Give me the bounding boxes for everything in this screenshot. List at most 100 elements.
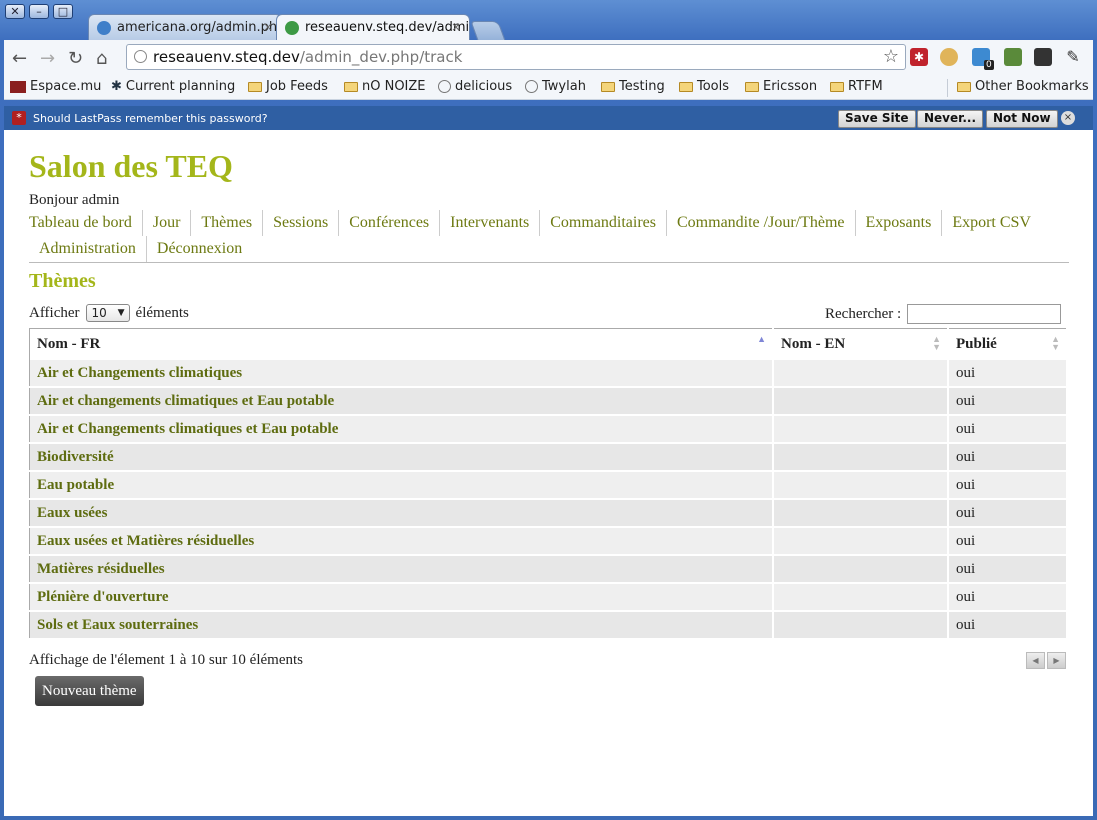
tab-title: reseauenv.steq.dev/admin	[305, 20, 470, 35]
evernote-icon[interactable]	[1004, 48, 1022, 66]
browser-window: ✕ – □ americana.org/admin.php/ × reseaue…	[0, 0, 1097, 820]
nav-deconnexion[interactable]: Déconnexion	[147, 236, 252, 262]
nav-commanditaires[interactable]: Commanditaires	[540, 210, 667, 236]
cell-publie: oui	[948, 443, 1068, 472]
bookmark-star-icon[interactable]: ☆	[883, 45, 899, 69]
never-button[interactable]: Never...	[917, 110, 984, 128]
bookmark-item[interactable]: ✱ Current planning	[111, 79, 235, 94]
cell-nom-fr[interactable]: Matières résiduelles	[29, 555, 774, 584]
table-row[interactable]: Air et changements climatiques et Eau po…	[29, 387, 1068, 416]
bookmark-label: Tools	[697, 79, 730, 94]
column-header-nom-fr[interactable]: Nom - FR ▲	[29, 328, 774, 360]
site-favicon-icon	[97, 21, 111, 35]
tab-strip: americana.org/admin.php/ × reseauenv.ste…	[88, 14, 506, 41]
bookmark-folder[interactable]: nO NOIZE	[344, 79, 426, 94]
bookmark-folder[interactable]: Testing	[601, 79, 665, 94]
forward-button[interactable]: →	[40, 48, 55, 69]
prev-page-button[interactable]: ◀	[1026, 652, 1045, 669]
nav-export-csv[interactable]: Export CSV	[942, 210, 1041, 236]
column-label: Nom - FR	[37, 336, 101, 352]
table-row[interactable]: Matières résiduelles oui	[29, 555, 1068, 584]
nav-exposants[interactable]: Exposants	[856, 210, 943, 236]
tab-close-icon[interactable]: ×	[263, 20, 273, 34]
bookmark-folder[interactable]: Job Feeds	[248, 79, 328, 94]
not-now-button[interactable]: Not Now	[986, 110, 1058, 128]
nav-administration[interactable]: Administration	[29, 236, 147, 262]
nav-intervenants[interactable]: Intervenants	[440, 210, 541, 236]
folder-icon	[830, 81, 844, 92]
sort-asc-icon: ▲	[757, 334, 766, 344]
extension-badge: 0	[984, 60, 994, 70]
cell-nom-en	[773, 471, 949, 500]
window-maximize-button[interactable]: □	[53, 4, 73, 19]
nav-sessions[interactable]: Sessions	[263, 210, 340, 236]
sort-icon: ▲ ▼	[1051, 334, 1060, 352]
infobar-close-icon[interactable]: ×	[1061, 111, 1075, 125]
lastpass-infobar: * Should LastPass remember this password…	[4, 106, 1093, 130]
bookmark-folder[interactable]: RTFM	[830, 79, 883, 94]
nav-conferences[interactable]: Conférences	[339, 210, 441, 236]
bookmark-item[interactable]: Espace.mu	[10, 79, 101, 94]
nav-themes[interactable]: Thèmes	[191, 210, 264, 236]
leaf-favicon-icon	[285, 21, 299, 35]
folder-icon	[745, 81, 759, 92]
search-input[interactable]	[907, 304, 1062, 324]
column-header-publie[interactable]: Publié ▲ ▼	[948, 328, 1068, 360]
cell-nom-fr[interactable]: Eaux usées et Matières résiduelles	[29, 527, 774, 556]
bookmark-label: RTFM	[848, 79, 883, 94]
bookmark-item[interactable]: delicious	[438, 79, 512, 94]
home-button[interactable]: ⌂	[96, 48, 107, 69]
column-header-nom-en[interactable]: Nom - EN ▲ ▼	[773, 328, 949, 360]
table-row[interactable]: Sols et Eaux souterraines oui	[29, 611, 1068, 640]
table-row[interactable]: Eaux usées et Matières résiduelles oui	[29, 527, 1068, 556]
bookmark-folder[interactable]: Ericsson	[745, 79, 817, 94]
cookie-icon[interactable]	[940, 48, 958, 66]
cell-nom-fr[interactable]: Air et changements climatiques et Eau po…	[29, 387, 774, 416]
nav-tableau-de-bord[interactable]: Tableau de bord	[29, 210, 143, 236]
reload-button[interactable]: ↻	[68, 48, 83, 69]
next-page-button[interactable]: ▶	[1047, 652, 1066, 669]
table-row[interactable]: Eau potable oui	[29, 471, 1068, 500]
bookmarks-separator	[947, 79, 948, 97]
new-tab-button[interactable]	[470, 21, 506, 41]
save-site-button[interactable]: Save Site	[838, 110, 916, 128]
bookmark-label: Testing	[619, 79, 665, 94]
table-row[interactable]: Eaux usées oui	[29, 499, 1068, 528]
new-theme-button[interactable]: Nouveau thème	[35, 676, 144, 706]
table-row[interactable]: Air et Changements climatiques et Eau po…	[29, 415, 1068, 444]
bookmark-label: Current planning	[125, 79, 236, 94]
nav-jour[interactable]: Jour	[143, 210, 192, 236]
cell-nom-fr[interactable]: Air et Changements climatiques et Eau po…	[29, 415, 774, 444]
table-row[interactable]: Biodiversité oui	[29, 443, 1068, 472]
cell-nom-fr[interactable]: Eaux usées	[29, 499, 774, 528]
back-button[interactable]: ←	[12, 48, 27, 69]
bookmark-item[interactable]: Twylah	[525, 79, 586, 94]
table-row[interactable]: Plénière d'ouverture oui	[29, 583, 1068, 612]
page-length-select[interactable]: 10 ▼	[85, 304, 130, 322]
tab-close-icon[interactable]: ×	[451, 20, 461, 34]
tab-americana[interactable]: americana.org/admin.php/ ×	[88, 14, 282, 40]
cell-nom-fr[interactable]: Eau potable	[29, 471, 774, 500]
length-suffix: éléments	[135, 304, 189, 321]
window-minimize-button[interactable]: –	[29, 4, 49, 19]
cell-nom-fr[interactable]: Sols et Eaux souterraines	[29, 611, 774, 640]
buffer-icon[interactable]	[1034, 48, 1052, 66]
chevron-down-icon: ▼	[117, 308, 125, 318]
lastpass-icon[interactable]: ✱	[910, 48, 928, 66]
table-row[interactable]: Air et Changements climatiques oui	[29, 360, 1068, 388]
other-bookmarks-folder[interactable]: Other Bookmarks	[957, 79, 1089, 94]
wrench-icon[interactable]: ✎	[1064, 48, 1082, 66]
table-header-row: Nom - FR ▲ Nom - EN ▲ ▼ Publié ▲ ▼	[29, 328, 1068, 360]
address-bar[interactable]: reseauenv.steq.dev/admin_dev.php/track ☆	[126, 44, 906, 70]
cell-nom-fr[interactable]: Air et Changements climatiques	[29, 360, 774, 388]
bookmark-label: Twylah	[542, 79, 586, 94]
select-value: 10	[91, 306, 107, 320]
cell-publie: oui	[948, 360, 1068, 388]
nav-commandite-jour-theme[interactable]: Commandite /Jour/Thème	[667, 210, 856, 236]
globe-icon	[134, 50, 147, 63]
bookmark-folder[interactable]: Tools	[679, 79, 729, 94]
cell-nom-fr[interactable]: Biodiversité	[29, 443, 774, 472]
window-close-button[interactable]: ✕	[5, 4, 25, 19]
tab-reseauenv[interactable]: reseauenv.steq.dev/admin ×	[276, 14, 470, 40]
cell-nom-fr[interactable]: Plénière d'ouverture	[29, 583, 774, 612]
